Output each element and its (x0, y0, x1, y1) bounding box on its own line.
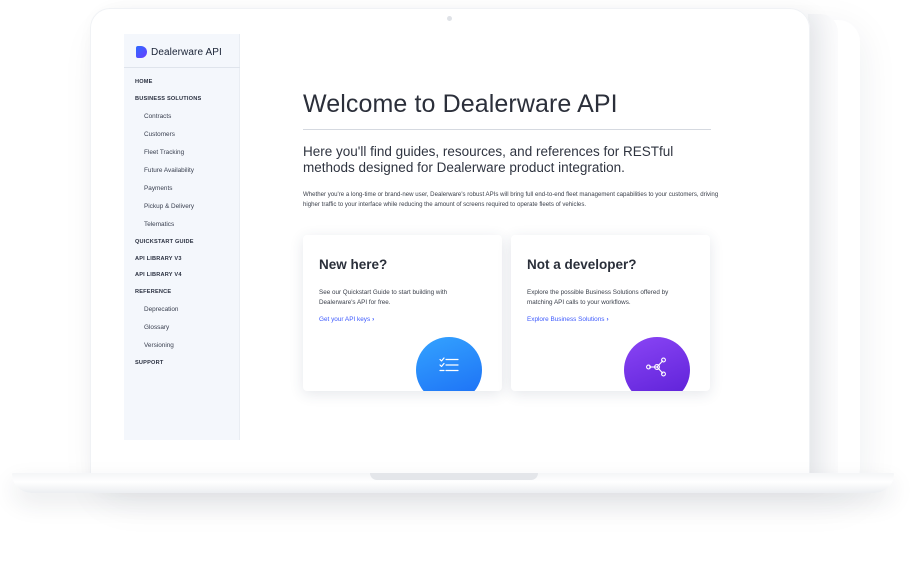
sidebar-item-glossary[interactable]: Glossary (144, 324, 169, 331)
sidebar-item-versioning[interactable]: Versioning (144, 342, 174, 349)
sidebar-item-payments[interactable]: Payments (144, 185, 172, 192)
checklist-icon (439, 357, 459, 372)
brand-name: Dealerware API (151, 46, 222, 58)
network-icon (646, 357, 666, 377)
sidebar-item-deprecation[interactable]: Deprecation (144, 306, 178, 313)
explore-business-solutions-link[interactable]: Explore Business Solutions › (527, 316, 609, 323)
title-divider (303, 129, 711, 130)
sidebar-item-customers[interactable]: Customers (144, 131, 175, 138)
laptop-bezel-side (808, 14, 838, 476)
sidebar-item-future-availability[interactable]: Future Availability (144, 167, 194, 174)
link-label: Get your API keys (319, 316, 371, 323)
sidebar-divider (124, 67, 240, 68)
sidebar-item-api-library-v3[interactable]: API LIBRARY V3 (135, 256, 182, 262)
sidebar-item-pickup-delivery[interactable]: Pickup & Delivery (144, 203, 194, 210)
card-text: Explore the possible Business Solutions … (527, 289, 669, 306)
sidebar-item-quickstart-guide[interactable]: QUICKSTART GUIDE (135, 239, 194, 245)
card-icon-badge (416, 337, 482, 391)
sidebar-item-support[interactable]: SUPPORT (135, 360, 163, 366)
sidebar-item-home[interactable]: HOME (135, 79, 153, 85)
laptop-base-notch (370, 473, 538, 480)
link-label: Explore Business Solutions (527, 316, 605, 323)
sidebar-item-api-library-v4[interactable]: API LIBRARY V4 (135, 272, 182, 278)
sidebar-item-fleet-tracking[interactable]: Fleet Tracking (144, 149, 184, 156)
card-not-a-developer: Not a developer? Explore the possible Bu… (511, 235, 710, 391)
sidebar: Dealerware API HOME BUSINESS SOLUTIONS C… (124, 34, 240, 440)
brand[interactable]: Dealerware API (136, 44, 222, 60)
card-new-here: New here? See our Quickstart Guide to st… (303, 235, 502, 391)
card-icon-badge (624, 337, 690, 391)
sidebar-item-contracts[interactable]: Contracts (144, 113, 171, 120)
card-text: See our Quickstart Guide to start buildi… (319, 289, 448, 306)
intro-paragraph: Whether you're a long-time or brand-new … (303, 191, 719, 208)
lead-paragraph: Here you'll find guides, resources, and … (303, 144, 674, 175)
sidebar-item-reference[interactable]: REFERENCE (135, 289, 171, 295)
page-title: Welcome to Dealerware API (303, 90, 618, 118)
sidebar-item-telematics[interactable]: Telematics (144, 221, 174, 228)
chevron-right-icon: › (372, 316, 375, 323)
chevron-right-icon: › (606, 316, 609, 323)
get-api-keys-link[interactable]: Get your API keys › (319, 316, 374, 323)
card-title: Not a developer? (527, 257, 637, 272)
sidebar-item-business-solutions[interactable]: BUSINESS SOLUTIONS (135, 96, 201, 102)
card-title: New here? (319, 257, 388, 272)
laptop-screen: Dealerware API HOME BUSINESS SOLUTIONS C… (124, 34, 776, 440)
camera-icon (447, 16, 452, 21)
dealerware-logo-icon (136, 46, 147, 58)
main-content: Welcome to Dealerware API Here you'll fi… (240, 34, 776, 440)
